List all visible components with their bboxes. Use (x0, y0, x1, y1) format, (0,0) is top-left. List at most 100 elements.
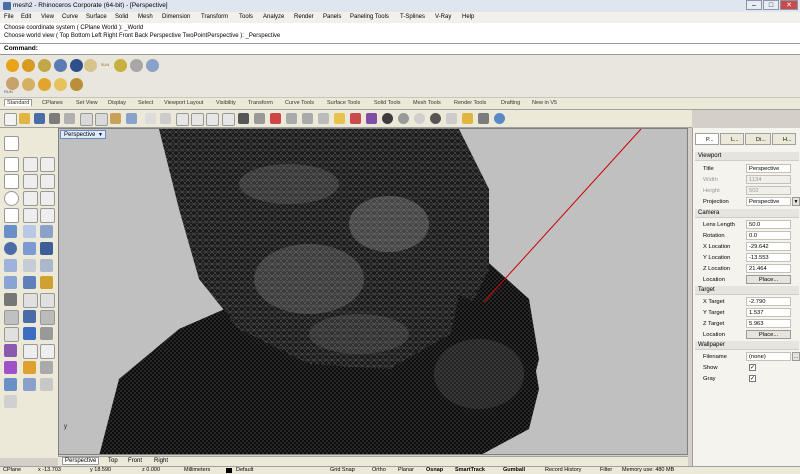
menu-transform[interactable]: Transform (201, 14, 228, 20)
line-icon[interactable] (40, 157, 55, 172)
options-icon[interactable] (462, 113, 473, 124)
tab-mesh-tools[interactable]: Mesh Tools (413, 100, 441, 106)
rotation-field[interactable]: 0.0 (746, 231, 791, 240)
split-icon[interactable] (4, 310, 19, 325)
menu-analyze[interactable]: Analyze (263, 14, 284, 20)
spot-light-icon[interactable] (70, 78, 83, 91)
z-target-field[interactable]: 5.963 (746, 319, 791, 328)
mesh-icon[interactable] (4, 259, 17, 272)
menu-v-ray[interactable]: V-Ray (435, 14, 451, 20)
browse-button[interactable]: ... (792, 352, 800, 361)
zoom-dynamic-icon[interactable] (191, 113, 204, 126)
viewport-title-tab[interactable]: Perspective ▼ (60, 130, 106, 139)
freeform-curve-icon[interactable] (23, 174, 38, 189)
menu-curve[interactable]: Curve (62, 14, 78, 20)
command-line[interactable]: Command: (0, 44, 800, 55)
open-file-icon[interactable] (19, 113, 30, 124)
rotate-view-icon[interactable] (160, 113, 171, 124)
x-location-field[interactable]: -29.642 (746, 242, 791, 251)
text-object-icon[interactable] (40, 276, 53, 289)
dimension-tool-icon[interactable] (4, 344, 17, 357)
tab-layers[interactable]: L... (720, 133, 744, 145)
sun-icon[interactable]: SUN (99, 59, 111, 71)
title-field[interactable]: Perspective (746, 164, 791, 173)
light-bulb-icon[interactable] (334, 113, 345, 124)
analyze-icon[interactable] (4, 361, 17, 374)
chevron-down-icon[interactable]: ▼ (792, 197, 800, 206)
z-location-field[interactable]: 21.464 (746, 264, 791, 273)
zoom-window-icon[interactable] (176, 113, 189, 126)
scale-icon[interactable] (23, 327, 36, 340)
vray-icon[interactable] (6, 59, 19, 72)
select-icon[interactable] (286, 113, 297, 124)
proxy-icon[interactable] (146, 59, 159, 72)
color-icon[interactable] (366, 113, 377, 124)
block-icon[interactable] (4, 395, 17, 408)
tab-right[interactable]: Right (154, 458, 168, 464)
group-icon[interactable] (40, 378, 53, 391)
zoom-extents-icon[interactable] (206, 113, 219, 126)
rt-render-icon[interactable] (70, 59, 83, 72)
tab-transform[interactable]: Transform (248, 100, 273, 106)
mirror-icon[interactable] (40, 327, 53, 340)
annotation-icon[interactable] (23, 344, 38, 359)
print-icon[interactable] (49, 113, 60, 124)
surface-icon[interactable] (4, 225, 17, 238)
viewport-layout-icon[interactable] (238, 113, 249, 124)
filename-field[interactable]: (none) (746, 352, 791, 361)
menu-surface[interactable]: Surface (86, 14, 107, 20)
rotate-icon[interactable] (4, 327, 19, 342)
mesh-sphere-icon[interactable] (23, 259, 36, 272)
menu-edit[interactable]: Edit (21, 14, 31, 20)
box-icon[interactable] (23, 242, 36, 255)
vray-frame-buffer-icon[interactable] (54, 59, 67, 72)
tab-front[interactable]: Front (128, 458, 142, 464)
light-icon[interactable] (84, 59, 97, 72)
perspective-viewport[interactable] (58, 128, 688, 455)
menu-panels[interactable]: Panels (323, 14, 341, 20)
cut-icon[interactable] (80, 113, 93, 126)
circle-icon[interactable] (4, 191, 19, 206)
join-icon[interactable] (4, 293, 17, 306)
target-place-button[interactable]: Place... (746, 330, 791, 339)
offset-icon[interactable] (40, 208, 55, 223)
leader-icon[interactable] (40, 344, 55, 359)
spiral-icon[interactable] (40, 174, 55, 189)
curve-icon[interactable] (4, 174, 19, 189)
section-camera[interactable]: Camera (695, 209, 799, 218)
layout-icon[interactable] (40, 361, 53, 374)
tab-help[interactable]: H... (772, 133, 796, 145)
tab-select[interactable]: Select (138, 100, 153, 106)
mesh-box-icon[interactable] (40, 259, 53, 272)
menu-tools[interactable]: Tools (239, 14, 253, 20)
camera-tool-icon[interactable] (22, 78, 35, 91)
undo-icon[interactable] (126, 113, 137, 124)
menu-render[interactable]: Render (294, 14, 314, 20)
boolean-icon[interactable] (4, 276, 17, 289)
extrude-icon[interactable] (23, 225, 36, 238)
section-target[interactable]: Target (695, 286, 799, 295)
tab-visibility[interactable]: Visibility (216, 100, 236, 106)
tab-display[interactable]: Display (108, 100, 126, 106)
pan-hand-icon[interactable] (145, 113, 156, 124)
tab-drafting[interactable]: Drafting (501, 100, 520, 106)
menu-mesh[interactable]: Mesh (138, 14, 153, 20)
menu-file[interactable]: File (4, 14, 14, 20)
cylinder-icon[interactable] (40, 242, 53, 255)
section-wallpaper[interactable]: Wallpaper (695, 341, 799, 350)
tab-new-in-v5[interactable]: New in V5 (532, 100, 557, 106)
tab-viewport-layout[interactable]: Viewport Layout (164, 100, 203, 106)
tab-render-tools[interactable]: Render Tools (454, 100, 486, 106)
render-tool-icon[interactable] (23, 361, 36, 374)
rectangle-icon[interactable] (4, 208, 19, 223)
tab-surface-tools[interactable]: Surface Tools (327, 100, 360, 106)
tab-set-view[interactable]: Set View (76, 100, 98, 106)
layers-icon[interactable] (350, 113, 361, 124)
gray-checkbox[interactable]: ✓ (749, 375, 756, 382)
y-location-field[interactable]: -13.553 (746, 253, 791, 262)
dome-light-icon[interactable] (130, 59, 143, 72)
vray-options-icon[interactable] (38, 59, 51, 72)
material-icon[interactable] (430, 113, 441, 124)
paste-icon[interactable] (110, 113, 121, 124)
save-icon[interactable] (34, 113, 45, 124)
